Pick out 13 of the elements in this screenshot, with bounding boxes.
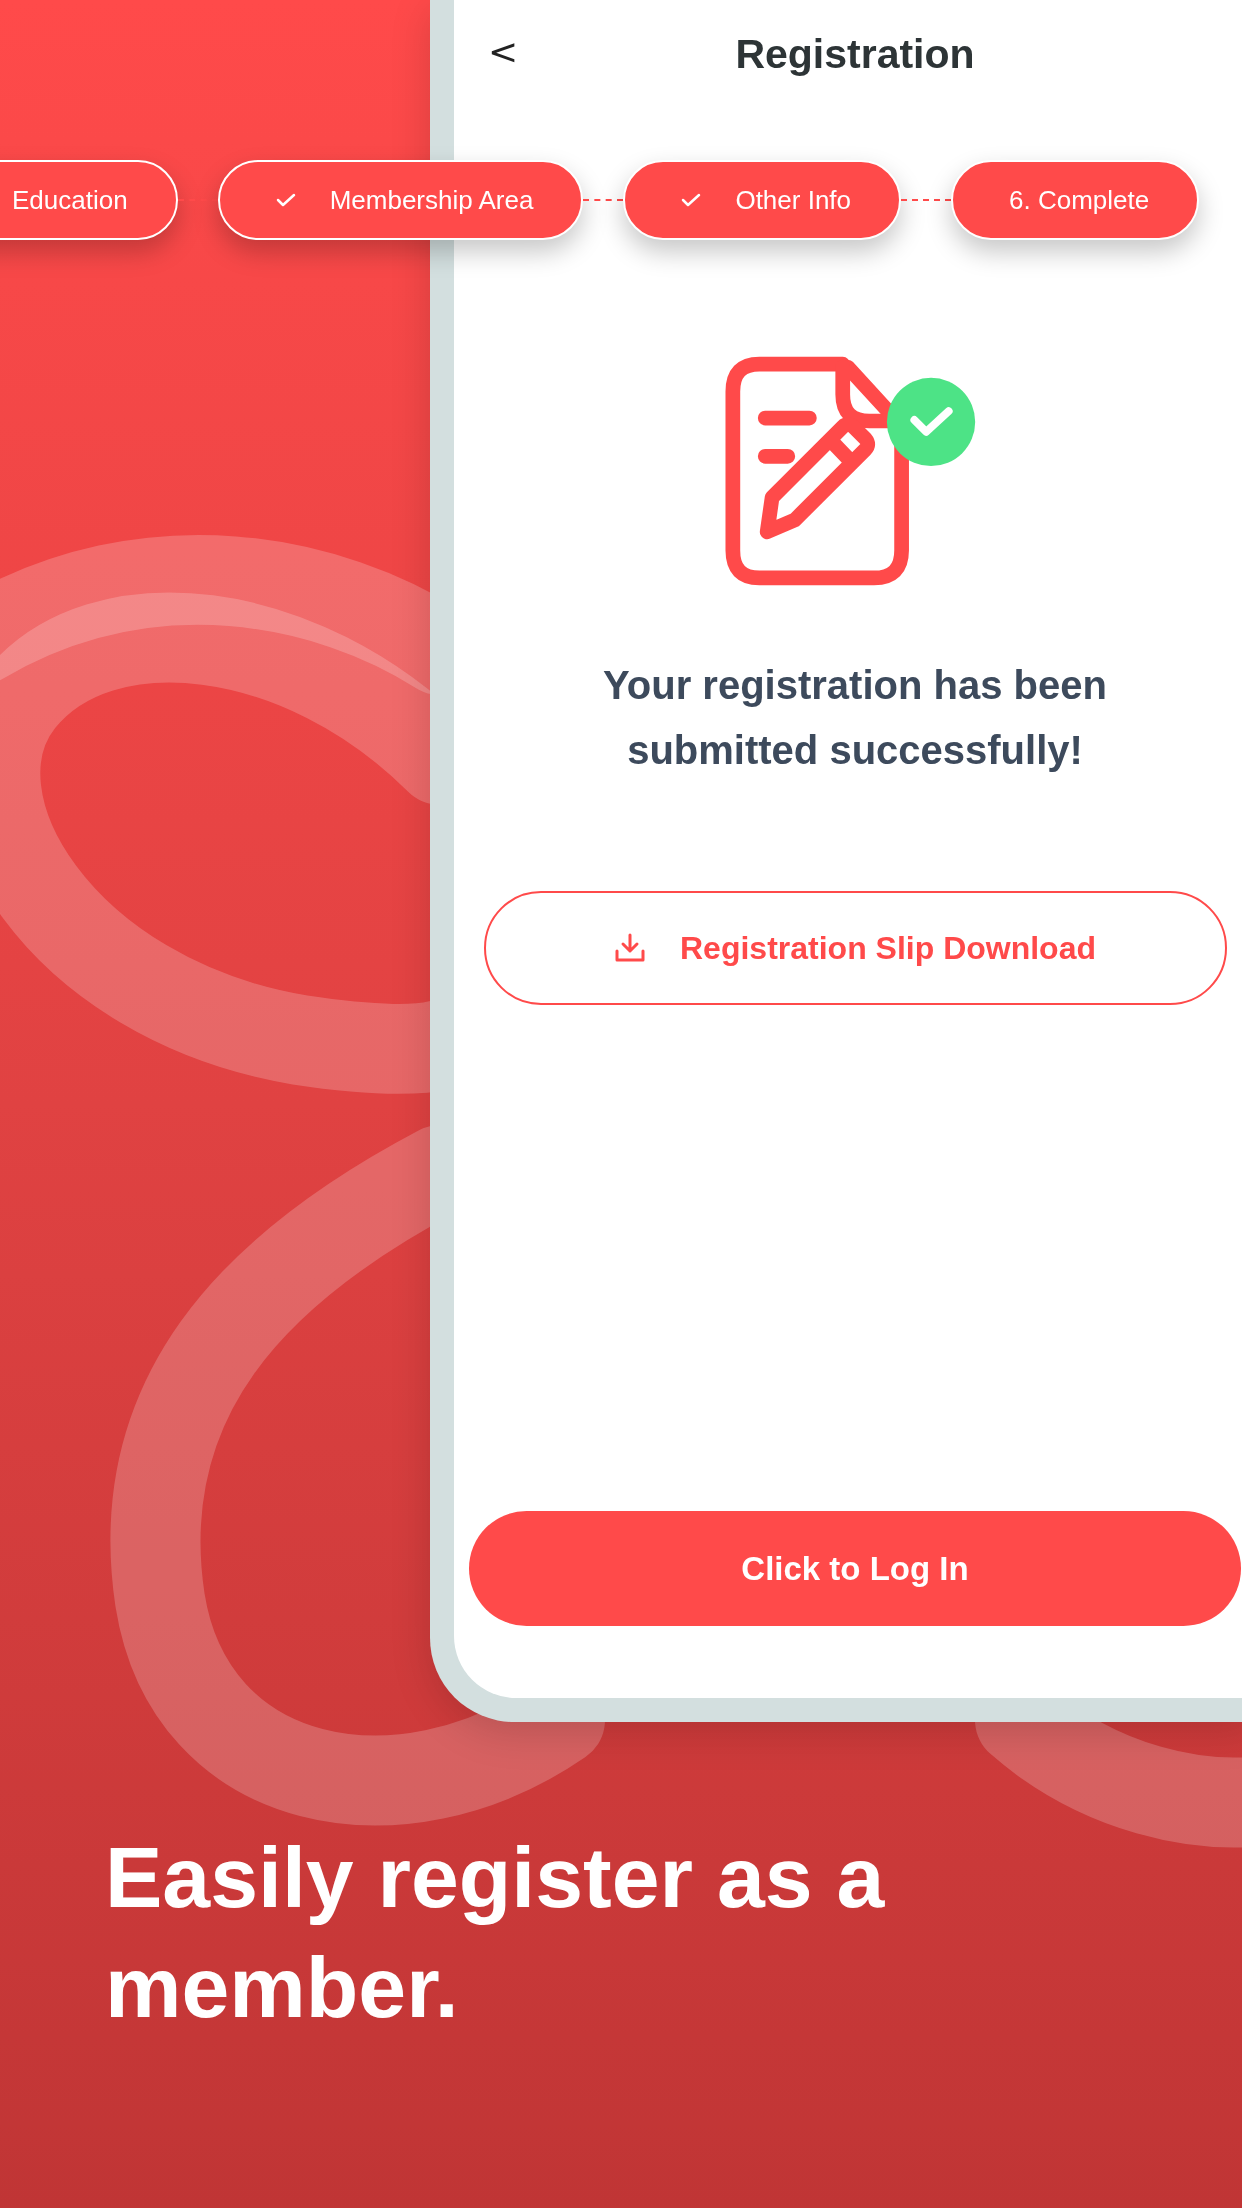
step-label: Other Info — [735, 184, 852, 216]
caption-headline: Easily register as a member. — [105, 1828, 886, 2037]
back-button[interactable]: < — [480, 30, 527, 74]
success-message: Your registration has been submitted successfully! — [602, 662, 1108, 774]
screen-title: Registration — [735, 30, 975, 78]
step-label: Education — [12, 184, 128, 216]
check-icon — [681, 192, 702, 208]
step-label: 6. Complete — [1009, 184, 1150, 216]
download-icon — [614, 933, 646, 963]
login-button[interactable]: Click to Log In — [469, 1511, 1241, 1626]
download-button[interactable]: Registration Slip Download — [483, 891, 1227, 1005]
check-icon — [275, 192, 296, 208]
step-label: Membership Area — [329, 184, 534, 216]
